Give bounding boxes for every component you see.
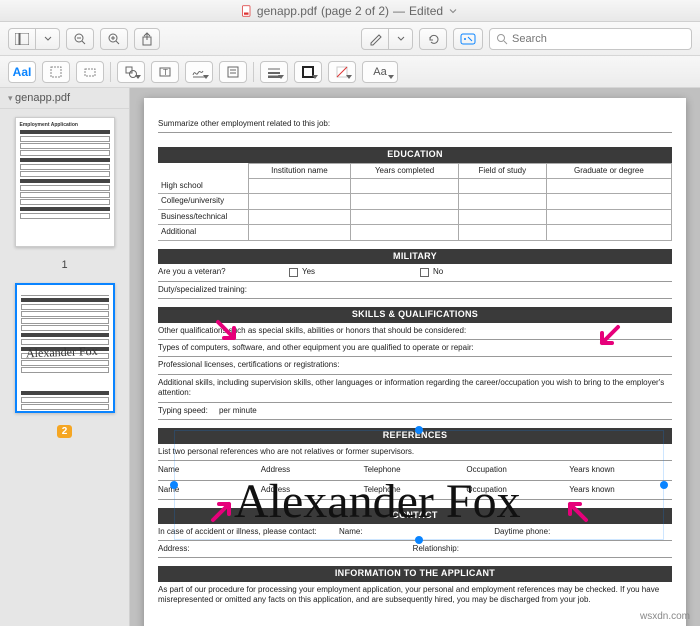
watermark: wsxdn.com	[640, 611, 690, 622]
window-titlebar: genapp.pdf (page 2 of 2) — Edited	[0, 0, 700, 22]
text-tool-button[interactable]: AaI	[8, 61, 36, 83]
education-header: EDUCATION	[158, 147, 672, 163]
chevron-down-icon[interactable]	[447, 5, 459, 17]
rotate-button[interactable]	[419, 28, 447, 50]
highlight-dropdown[interactable]	[389, 28, 413, 50]
titlebar-filename: genapp.pdf	[257, 4, 317, 18]
highlight-button[interactable]	[361, 28, 389, 50]
border-style-button[interactable]	[260, 61, 288, 83]
duty-label: Duty/specialized training:	[158, 285, 247, 295]
share-button[interactable]	[134, 28, 160, 50]
resize-handle-top[interactable]	[415, 426, 423, 434]
titlebar-pageinfo: (page 2 of 2)	[321, 4, 389, 18]
info-header: INFORMATION TO THE APPLICANT	[158, 566, 672, 582]
military-header: MILITARY	[158, 249, 672, 265]
callout-arrow-icon	[562, 496, 590, 524]
thumbnail-sidebar: genapp.pdf Employment Application 1 Alex…	[0, 88, 130, 626]
titlebar-dash: —	[393, 4, 405, 18]
page-thumbnail-1[interactable]: Employment Application	[15, 117, 115, 247]
zoom-out-button[interactable]	[66, 28, 94, 50]
thumb1-title: Employment Application	[20, 122, 110, 128]
thumb-1-label: 1	[61, 259, 67, 271]
skills-q3: Professional licenses, certifications or…	[158, 357, 672, 374]
search-icon	[496, 33, 508, 45]
thumb-2-badge: 2	[57, 425, 73, 438]
border-color-button[interactable]	[294, 61, 322, 83]
svg-text:T: T	[163, 68, 168, 77]
textbox-tool-button[interactable]: T	[151, 61, 179, 83]
callout-arrow-icon	[594, 323, 622, 351]
veteran-label: Are you a veteran?	[158, 267, 279, 277]
view-dropdown[interactable]	[36, 28, 60, 50]
note-tool-button[interactable]	[219, 61, 247, 83]
resize-handle-right[interactable]	[660, 481, 668, 489]
pdf-doc-icon	[241, 5, 253, 17]
view-mode-button[interactable]	[8, 28, 36, 50]
typing-label: Typing speed:	[158, 406, 208, 415]
resize-handle-left[interactable]	[170, 481, 178, 489]
sign-tool-button[interactable]	[185, 61, 213, 83]
search-field[interactable]	[489, 28, 692, 50]
veteran-no-checkbox[interactable]	[420, 268, 429, 277]
skills-q4: Additional skills, including supervision…	[158, 375, 672, 403]
zoom-in-button[interactable]	[100, 28, 128, 50]
sidebar-tab[interactable]: genapp.pdf	[0, 88, 129, 109]
text-style-button[interactable]: Aa	[362, 61, 398, 83]
callout-arrow-icon	[214, 318, 242, 346]
lasso-tool-button[interactable]	[76, 61, 104, 83]
info-text: As part of our procedure for processing …	[158, 582, 672, 609]
page-thumbnail-2[interactable]: Alexander Fox	[15, 283, 115, 413]
education-table: Institution name Years completed Field o…	[158, 163, 672, 240]
signature-text[interactable]: Alexander Fox	[234, 478, 521, 526]
shapes-tool-button[interactable]	[117, 61, 145, 83]
veteran-yes-checkbox[interactable]	[289, 268, 298, 277]
pdf-page: Summarize other employment related to th…	[144, 98, 686, 626]
markup-toolbar-button[interactable]	[453, 28, 483, 50]
toolbar-primary	[0, 22, 700, 56]
search-input[interactable]	[512, 33, 685, 45]
selection-tool-button[interactable]	[42, 61, 70, 83]
document-viewer[interactable]: Summarize other employment related to th…	[130, 88, 700, 626]
summary-field: Summarize other employment related to th…	[158, 116, 672, 133]
wpm-label: per minute	[219, 406, 257, 415]
callout-arrow-icon	[209, 496, 237, 524]
toolbar-markup: AaI T Aa	[0, 56, 700, 88]
titlebar-status: Edited	[409, 4, 443, 18]
signature-annotation[interactable]: Alexander Fox	[174, 430, 664, 540]
resize-handle-bottom[interactable]	[415, 536, 423, 544]
fill-color-button[interactable]	[328, 61, 356, 83]
